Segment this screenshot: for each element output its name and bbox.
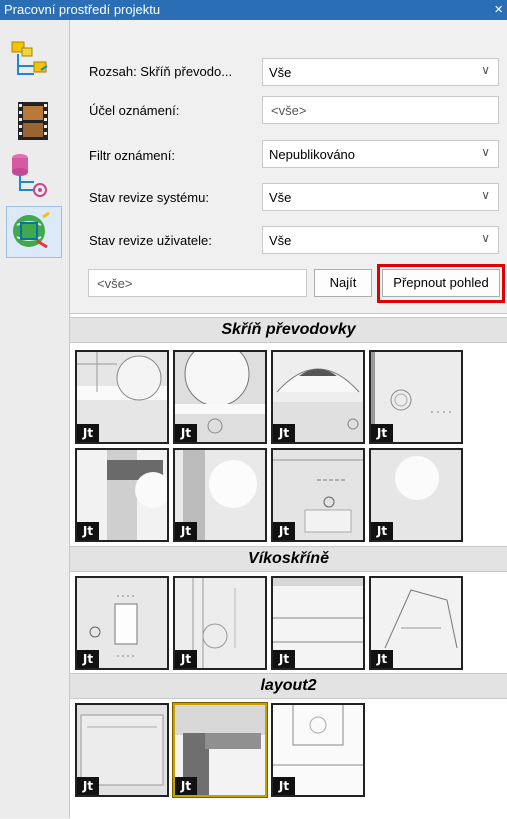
filter-label: Filtr oznámení:: [89, 148, 175, 163]
system-revision-value: Vše: [269, 190, 292, 205]
jt-badge: Jt: [273, 522, 295, 540]
jt-badge: Jt: [77, 650, 99, 668]
jt-badge: Jt: [175, 650, 197, 668]
scope-dropdown[interactable]: Vše ∨: [262, 58, 499, 86]
chevron-down-icon: ∨: [481, 145, 490, 159]
scope-value: Vše: [269, 65, 292, 80]
jt-badge: Jt: [175, 777, 197, 795]
jt-badge: Jt: [77, 777, 99, 795]
structure-tree-icon[interactable]: [8, 36, 60, 86]
thumbnail[interactable]: Jt: [369, 350, 463, 444]
group-header: Víkoskříně: [70, 546, 507, 572]
thumbnail[interactable]: Jt: [173, 576, 267, 670]
thumbnail-selected[interactable]: Jt: [172, 702, 268, 798]
chevron-down-icon: ∨: [481, 188, 490, 202]
jt-badge: Jt: [273, 650, 295, 668]
thumbnail[interactable]: Jt: [271, 703, 365, 797]
jt-badge: Jt: [273, 424, 295, 442]
user-revision-dropdown[interactable]: Vše ∨: [262, 226, 499, 254]
close-icon[interactable]: ×: [494, 1, 503, 18]
thumbnail[interactable]: Jt: [271, 350, 365, 444]
jt-badge: Jt: [371, 522, 393, 540]
search-value: <vše>: [97, 276, 133, 291]
group-header: Skříň převodovky: [70, 317, 507, 343]
thumbnail[interactable]: Jt: [271, 448, 365, 542]
jt-badge: Jt: [371, 424, 393, 442]
group-header: layout2: [70, 673, 507, 699]
thumbnail[interactable]: Jt: [369, 448, 463, 542]
thumbnail[interactable]: Jt: [173, 350, 267, 444]
thumbnail[interactable]: Jt: [173, 448, 267, 542]
jt-badge: Jt: [77, 424, 99, 442]
thumbnail[interactable]: Jt: [75, 703, 169, 797]
chevron-down-icon: ∨: [481, 63, 490, 77]
database-tree-icon[interactable]: [8, 150, 60, 200]
purpose-input[interactable]: <vše>: [262, 96, 499, 124]
system-revision-label: Stav revize systému:: [89, 190, 209, 205]
thumbnail-gallery: Skříň převodovky Jt Jt Jt Jt Jt Jt Jt Jt…: [70, 313, 507, 819]
chevron-down-icon: ∨: [481, 231, 490, 245]
thumbnail[interactable]: Jt: [75, 448, 169, 542]
user-revision-value: Vše: [269, 233, 292, 248]
jt-badge: Jt: [175, 522, 197, 540]
thumbnail[interactable]: Jt: [75, 576, 169, 670]
jt-badge: Jt: [273, 777, 295, 795]
jt-badge: Jt: [77, 522, 99, 540]
search-input[interactable]: <vše>: [88, 269, 307, 297]
purpose-label: Účel oznámení:: [89, 103, 180, 118]
filter-dropdown[interactable]: Nepublikováno ∨: [262, 140, 499, 168]
system-revision-dropdown[interactable]: Vše ∨: [262, 183, 499, 211]
thumbnail[interactable]: Jt: [271, 576, 365, 670]
find-button[interactable]: Najít: [314, 269, 372, 297]
switch-view-button[interactable]: Přepnout pohled: [382, 269, 500, 297]
globe-cube-icon[interactable]: [6, 206, 62, 258]
film-icon[interactable]: [8, 96, 60, 146]
thumbnail[interactable]: Jt: [75, 350, 169, 444]
jt-badge: Jt: [371, 650, 393, 668]
window-title: Pracovní prostředí projektu: [4, 2, 161, 17]
title-bar: Pracovní prostředí projektu ×: [0, 0, 507, 20]
sidebar: [0, 20, 70, 818]
user-revision-label: Stav revize uživatele:: [89, 233, 212, 248]
scope-label: Rozsah: Skříň převodo...: [89, 64, 233, 79]
purpose-value: <vše>: [271, 103, 307, 118]
filter-value: Nepublikováno: [269, 147, 356, 162]
jt-badge: Jt: [175, 424, 197, 442]
thumbnail[interactable]: Jt: [369, 576, 463, 670]
filter-form: Rozsah: Skříň převodo... Vše ∨ Účel ozná…: [70, 20, 507, 313]
